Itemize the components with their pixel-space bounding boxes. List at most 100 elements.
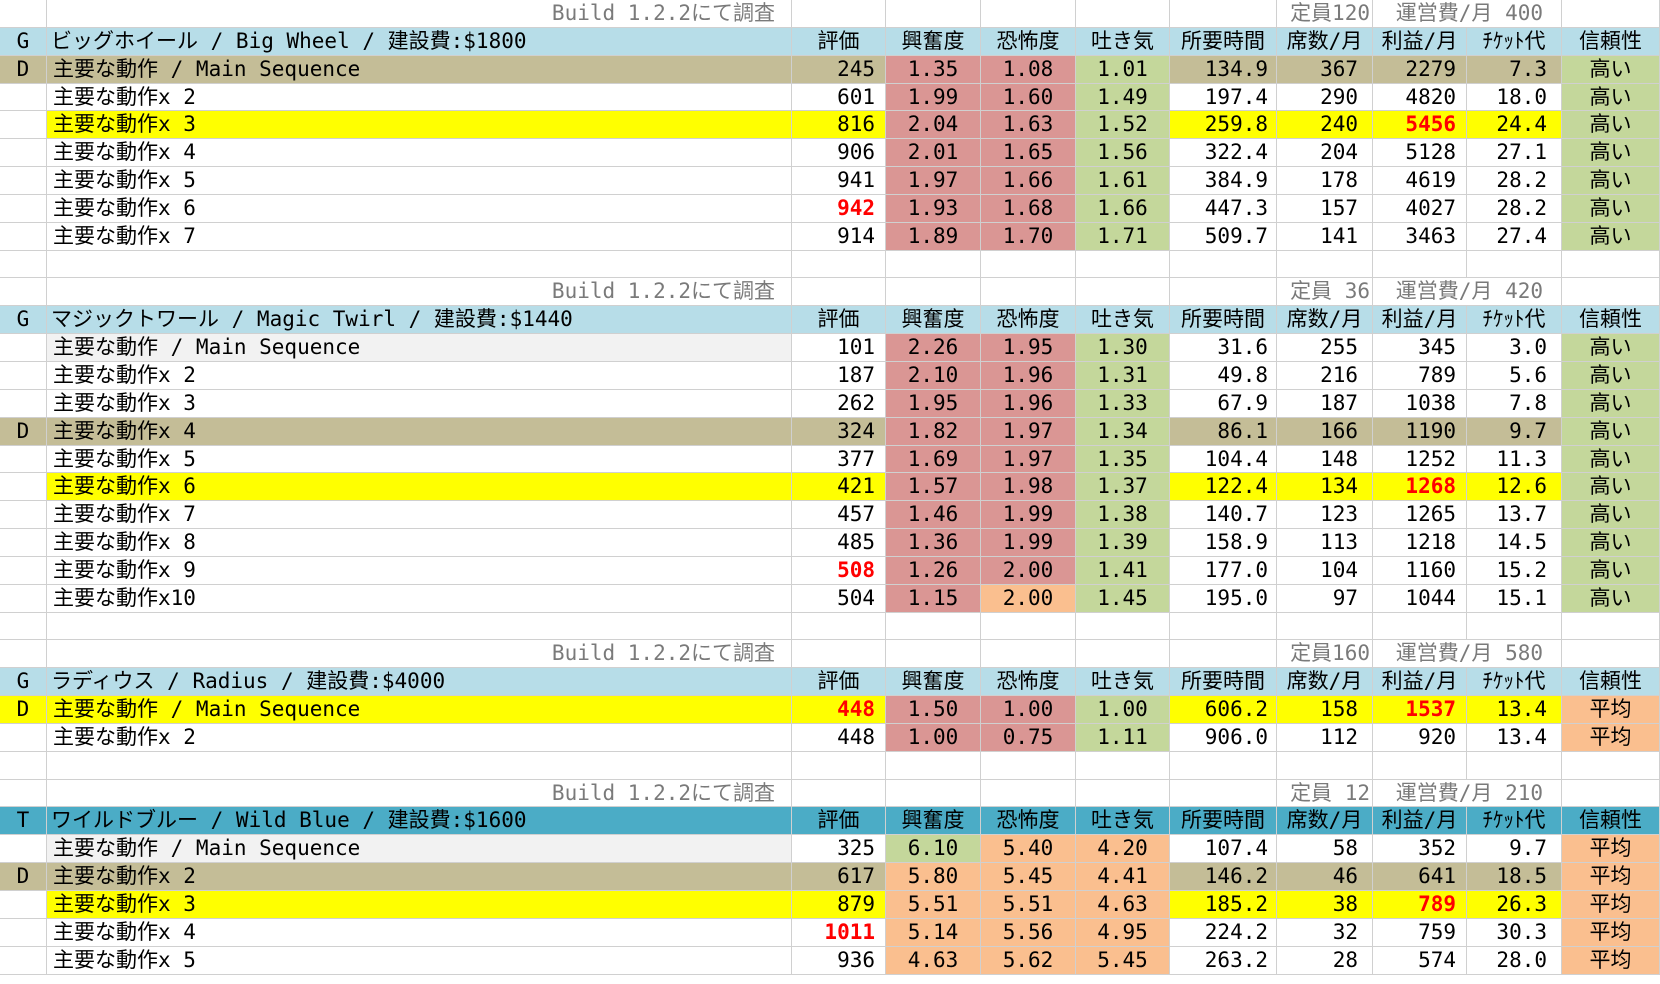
- default-mark[interactable]: [0, 891, 47, 919]
- reliability-cell[interactable]: 平均: [1562, 918, 1660, 947]
- build-note[interactable]: Build 1.2.2にて調査: [47, 640, 792, 669]
- intensity-cell[interactable]: 5.62: [981, 946, 1076, 975]
- profit-cell[interactable]: 5456: [1373, 111, 1467, 140]
- operating-cost-note[interactable]: 運営費/月 420: [1373, 278, 1562, 307]
- nausea-cell[interactable]: 1.37: [1076, 473, 1170, 502]
- default-mark[interactable]: [0, 167, 47, 195]
- empty-cell[interactable]: [886, 751, 981, 780]
- sequence-name[interactable]: 主要な動作x 2: [47, 361, 792, 390]
- empty-cell[interactable]: [1170, 612, 1277, 641]
- seats-cell[interactable]: 166: [1277, 417, 1373, 446]
- empty-cell[interactable]: [1170, 779, 1277, 808]
- sequence-name[interactable]: 主要な動作x 5: [47, 167, 792, 195]
- seats-cell[interactable]: 157: [1277, 194, 1373, 223]
- seats-cell[interactable]: 255: [1277, 334, 1373, 362]
- sequence-name[interactable]: 主要な動作x 3: [47, 891, 792, 919]
- profit-cell[interactable]: 3463: [1373, 222, 1467, 251]
- excitement-cell[interactable]: 1.82: [886, 417, 981, 446]
- header-profit-per-month[interactable]: 利益/月: [1373, 668, 1467, 697]
- header-excitement[interactable]: 興奮度: [886, 668, 981, 697]
- rating-cell[interactable]: 187: [792, 361, 886, 390]
- default-mark[interactable]: [0, 111, 47, 140]
- empty-cell[interactable]: [1562, 779, 1660, 808]
- excitement-cell[interactable]: 5.14: [886, 918, 981, 947]
- intensity-cell[interactable]: 1.60: [981, 83, 1076, 112]
- excitement-cell[interactable]: 2.01: [886, 139, 981, 168]
- empty-cell[interactable]: [1373, 250, 1467, 279]
- build-note[interactable]: Build 1.2.2にて調査: [47, 278, 792, 307]
- intensity-cell[interactable]: 5.56: [981, 918, 1076, 947]
- empty-cell[interactable]: [47, 751, 792, 780]
- empty-cell[interactable]: [981, 612, 1076, 641]
- profit-cell[interactable]: 4820: [1373, 83, 1467, 112]
- rating-cell[interactable]: 1011: [792, 918, 886, 947]
- excitement-cell[interactable]: 1.97: [886, 167, 981, 195]
- ticket-cell[interactable]: 9.7: [1467, 835, 1562, 864]
- profit-cell[interactable]: 345: [1373, 334, 1467, 362]
- header-profit-per-month[interactable]: 利益/月: [1373, 306, 1467, 335]
- nausea-cell[interactable]: 4.20: [1076, 835, 1170, 864]
- empty-cell[interactable]: [1076, 278, 1170, 307]
- seats-cell[interactable]: 367: [1277, 55, 1373, 84]
- intensity-cell[interactable]: 1.70: [981, 222, 1076, 251]
- default-mark[interactable]: D: [0, 55, 47, 84]
- excitement-cell[interactable]: 2.26: [886, 334, 981, 362]
- intensity-cell[interactable]: 5.51: [981, 891, 1076, 919]
- empty-cell[interactable]: [1277, 612, 1373, 641]
- default-mark[interactable]: [0, 445, 47, 474]
- sequence-name[interactable]: 主要な動作x 7: [47, 222, 792, 251]
- rating-cell[interactable]: 448: [792, 723, 886, 752]
- ticket-cell[interactable]: 28.0: [1467, 946, 1562, 975]
- rating-cell[interactable]: 324: [792, 417, 886, 446]
- intensity-cell[interactable]: 1.97: [981, 417, 1076, 446]
- seats-cell[interactable]: 38: [1277, 891, 1373, 919]
- nausea-cell[interactable]: 1.49: [1076, 83, 1170, 112]
- sequence-name[interactable]: 主要な動作x 2: [47, 83, 792, 112]
- ride-type-tag[interactable]: T: [0, 807, 47, 836]
- empty-cell[interactable]: [886, 612, 981, 641]
- seats-cell[interactable]: 216: [1277, 361, 1373, 390]
- reliability-cell[interactable]: 高い: [1562, 83, 1660, 112]
- ride-title[interactable]: ワイルドブルー / Wild Blue / 建設費:$1600: [47, 807, 792, 836]
- excitement-cell[interactable]: 4.63: [886, 946, 981, 975]
- reliability-cell[interactable]: 平均: [1562, 891, 1660, 919]
- duration-cell[interactable]: 447.3: [1170, 194, 1277, 223]
- header-nausea[interactable]: 吐き気: [1076, 807, 1170, 836]
- excitement-cell[interactable]: 5.80: [886, 863, 981, 891]
- sequence-name[interactable]: 主要な動作x 4: [47, 417, 792, 446]
- operating-cost-note[interactable]: 運営費/月 580: [1373, 640, 1562, 669]
- empty-cell[interactable]: [1076, 751, 1170, 780]
- empty-cell[interactable]: [1467, 612, 1562, 641]
- header-nausea[interactable]: 吐き気: [1076, 306, 1170, 335]
- seats-cell[interactable]: 204: [1277, 139, 1373, 168]
- profit-cell[interactable]: 1190: [1373, 417, 1467, 446]
- header-seats-per-month[interactable]: 席数/月: [1277, 306, 1373, 335]
- empty-cell[interactable]: [886, 779, 981, 808]
- empty-cell[interactable]: [0, 640, 47, 669]
- nausea-cell[interactable]: 1.00: [1076, 696, 1170, 724]
- ride-title[interactable]: ビッグホイール / Big Wheel / 建設費:$1800: [47, 27, 792, 56]
- nausea-cell[interactable]: 1.41: [1076, 556, 1170, 585]
- empty-cell[interactable]: [792, 640, 886, 669]
- header-reliability[interactable]: 信頼性: [1562, 27, 1660, 56]
- duration-cell[interactable]: 122.4: [1170, 473, 1277, 502]
- excitement-cell[interactable]: 2.04: [886, 111, 981, 140]
- empty-cell[interactable]: [886, 250, 981, 279]
- sequence-name[interactable]: 主要な動作x 4: [47, 918, 792, 947]
- empty-cell[interactable]: [792, 278, 886, 307]
- default-mark[interactable]: [0, 361, 47, 390]
- ticket-cell[interactable]: 13.7: [1467, 501, 1562, 530]
- header-rating[interactable]: 評価: [792, 668, 886, 697]
- seats-cell[interactable]: 104: [1277, 556, 1373, 585]
- header-seats-per-month[interactable]: 席数/月: [1277, 668, 1373, 697]
- profit-cell[interactable]: 352: [1373, 835, 1467, 864]
- duration-cell[interactable]: 195.0: [1170, 584, 1277, 613]
- sequence-name[interactable]: 主要な動作x 8: [47, 529, 792, 557]
- empty-cell[interactable]: [1076, 640, 1170, 669]
- rating-cell[interactable]: 936: [792, 946, 886, 975]
- seats-cell[interactable]: 290: [1277, 83, 1373, 112]
- rating-cell[interactable]: 504: [792, 584, 886, 613]
- profit-cell[interactable]: 789: [1373, 891, 1467, 919]
- excitement-cell[interactable]: 1.00: [886, 723, 981, 752]
- header-excitement[interactable]: 興奮度: [886, 807, 981, 836]
